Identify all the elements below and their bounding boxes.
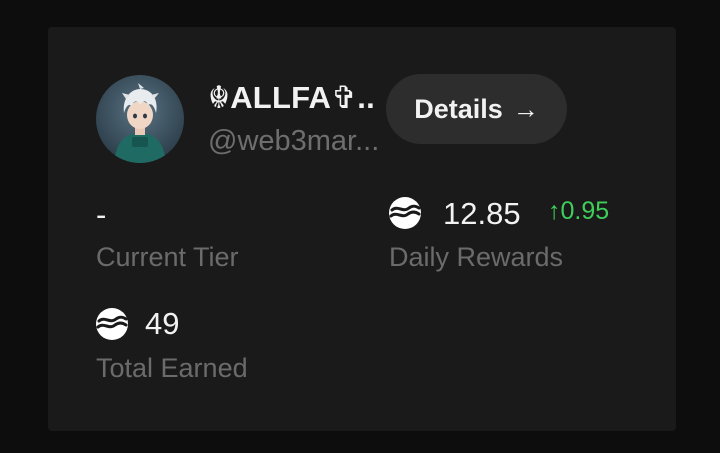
arrow-right-icon: → (512, 93, 539, 124)
avatar-image (96, 75, 184, 163)
display-name: ☬ALLFA✞.. (208, 80, 375, 115)
daily-rewards-label: Daily Rewards (389, 242, 564, 272)
current-tier-value: - (96, 197, 107, 232)
avatar[interactable] (96, 75, 184, 163)
total-earned-value: 49 (145, 306, 180, 341)
current-tier-label: Current Tier (96, 242, 239, 272)
daily-rewards-value: 12.85 (443, 196, 521, 231)
total-earned-label: Total Earned (96, 353, 248, 383)
token-icon (96, 308, 128, 340)
token-icon (389, 197, 421, 229)
details-button-label: Details (414, 93, 503, 124)
daily-rewards-change: ↑0.95 (548, 197, 610, 225)
user-handle: @web3mar... (208, 125, 380, 157)
profile-card: ☬ALLFA✞.. @web3mar... Details → - Curren… (48, 27, 676, 431)
details-button[interactable]: Details → (386, 74, 567, 144)
